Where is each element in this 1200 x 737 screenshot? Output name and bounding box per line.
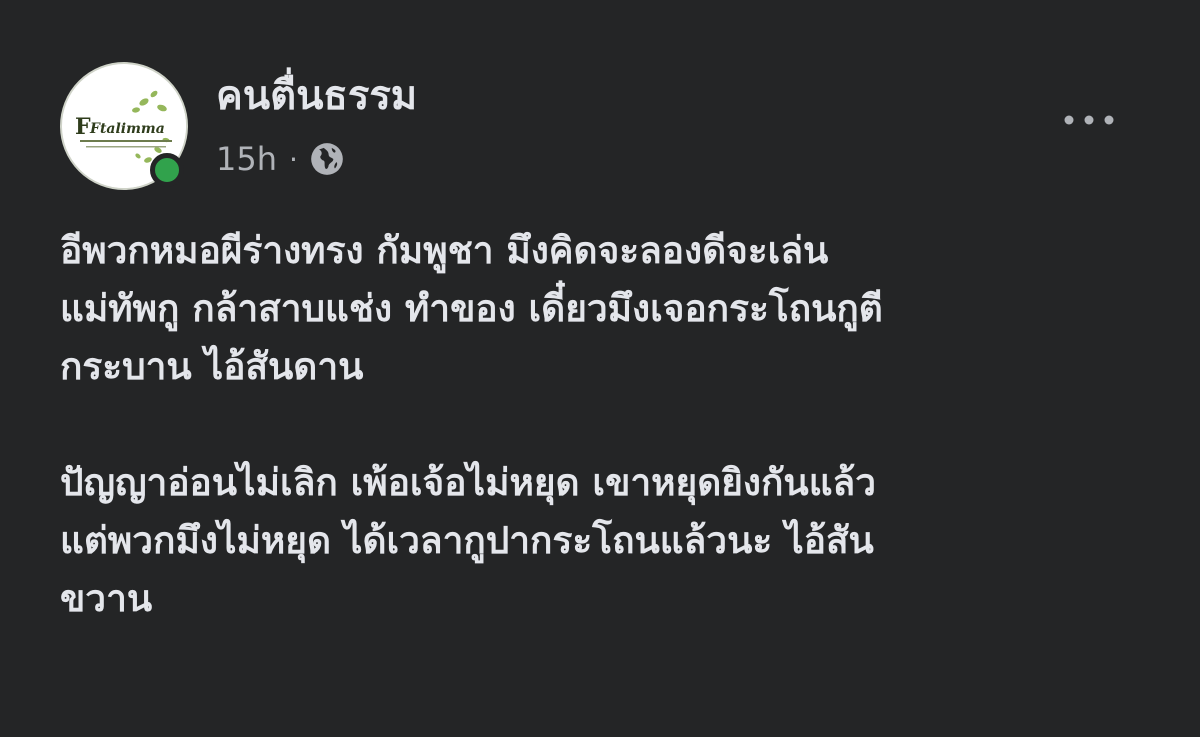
more-options-button[interactable] <box>1054 100 1124 140</box>
post-meta: 15h · <box>216 136 346 182</box>
post-paragraph-2: ปัญญาอ่อนไม่เลิก เพ้อเจ้อไม่หยุด เขาหยุด… <box>60 461 876 620</box>
meta-separator: · <box>289 142 298 176</box>
post-paragraph-1: อีพวกหมอผีร่างทรง กัมพูชา มึงคิดจะลองดีจ… <box>60 229 883 388</box>
svg-text:F: F <box>75 114 91 140</box>
online-status-indicator <box>150 153 184 187</box>
author-name[interactable]: คนตื่นธรรม <box>216 70 417 122</box>
facebook-post: F Ftalimma คนตื่นธรรม 15h · อีพวกหมอผีร่… <box>0 0 1200 737</box>
post-body: อีพวกหมอผีร่างทรง กัมพูชา มึงคิดจะลองดีจ… <box>60 222 1170 628</box>
more-horizontal-icon <box>1064 115 1114 125</box>
svg-text:Ftalimma: Ftalimma <box>89 121 165 137</box>
globe-icon[interactable] <box>308 140 346 178</box>
post-timestamp[interactable]: 15h <box>216 140 277 178</box>
